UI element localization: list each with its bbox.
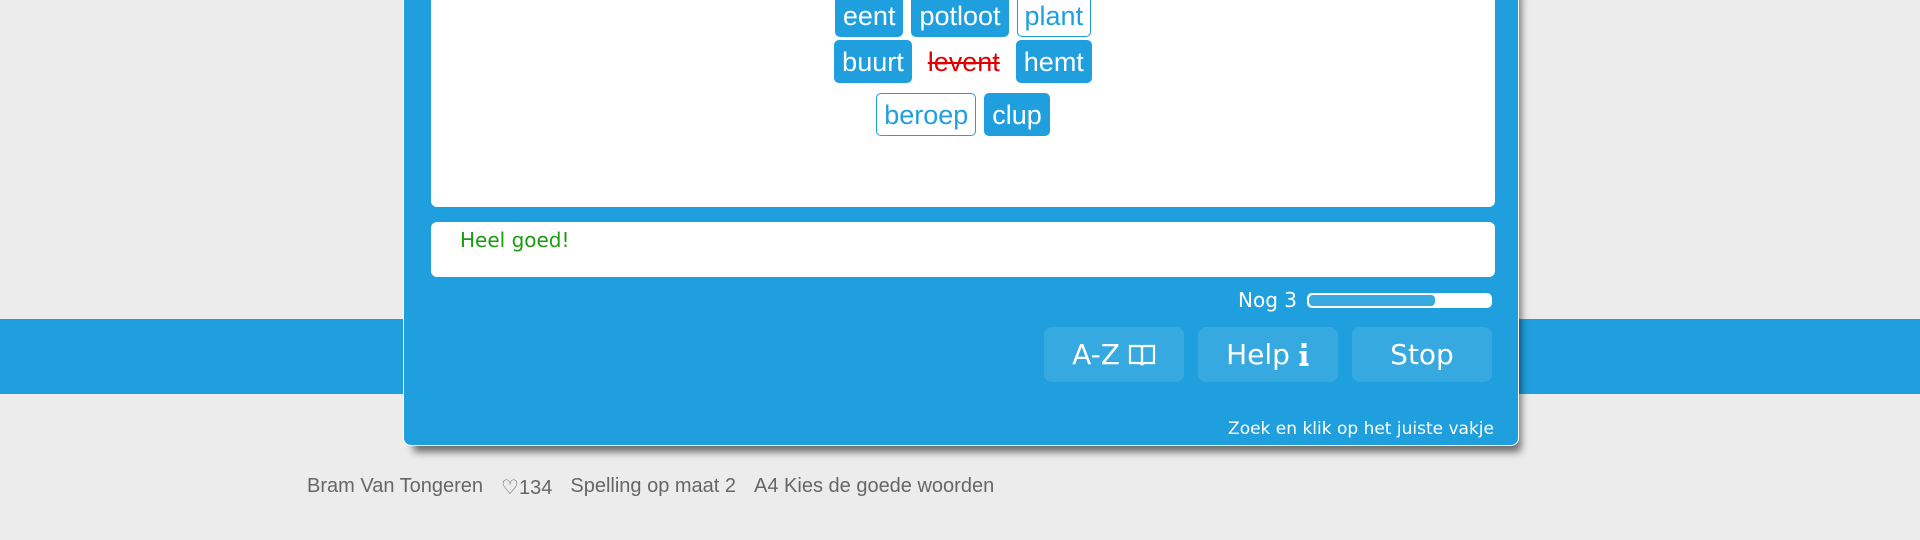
help-button-label: Help xyxy=(1226,338,1290,371)
word-option[interactable]: plant xyxy=(1016,0,1092,37)
word-option[interactable]: levent xyxy=(920,40,1008,83)
feedback-box: Heel goed! xyxy=(431,222,1495,277)
az-button[interactable]: A-Z xyxy=(1044,327,1184,382)
footer-course[interactable]: Spelling op maat 2 xyxy=(570,475,736,500)
exercise-panel: eent potloot plant buurt levent hemt ber… xyxy=(403,0,1519,446)
footer-user[interactable]: Bram Van Tongeren xyxy=(307,475,483,500)
instruction-hint: Zoek en klik op het juiste vakje xyxy=(1228,419,1494,439)
word-option[interactable]: beroep xyxy=(876,93,977,136)
word-row-1: eent potloot plant xyxy=(431,0,1495,37)
word-option[interactable]: eent xyxy=(834,0,904,37)
progress-label: Nog 3 xyxy=(1238,288,1297,312)
progress: Nog 3 xyxy=(1238,288,1492,312)
stop-button-label: Stop xyxy=(1390,338,1454,371)
word-row-3: beroep clup xyxy=(431,93,1495,136)
help-button[interactable]: Help xyxy=(1198,327,1338,382)
stop-button[interactable]: Stop xyxy=(1352,327,1492,382)
progress-fill xyxy=(1309,294,1436,306)
button-bar: A-Z Help Stop xyxy=(1044,327,1492,382)
word-option[interactable]: potloot xyxy=(911,0,1009,37)
progress-bar xyxy=(1307,292,1492,308)
book-icon xyxy=(1128,343,1156,367)
footer-likes[interactable]: ♡134 xyxy=(501,475,552,500)
az-button-label: A-Z xyxy=(1072,338,1120,371)
feedback-text: Heel goed! xyxy=(460,228,570,252)
word-row-2: buurt levent hemt xyxy=(431,40,1495,83)
word-option[interactable]: clup xyxy=(984,93,1050,136)
word-option[interactable]: buurt xyxy=(834,40,912,83)
info-icon xyxy=(1298,342,1310,368)
footer-exercise[interactable]: A4 Kies de goede woorden xyxy=(754,475,994,500)
footer: Bram Van Tongeren ♡134 Spelling op maat … xyxy=(307,475,994,500)
word-area: eent potloot plant buurt levent hemt ber… xyxy=(431,0,1495,207)
word-option[interactable]: hemt xyxy=(1015,40,1092,83)
